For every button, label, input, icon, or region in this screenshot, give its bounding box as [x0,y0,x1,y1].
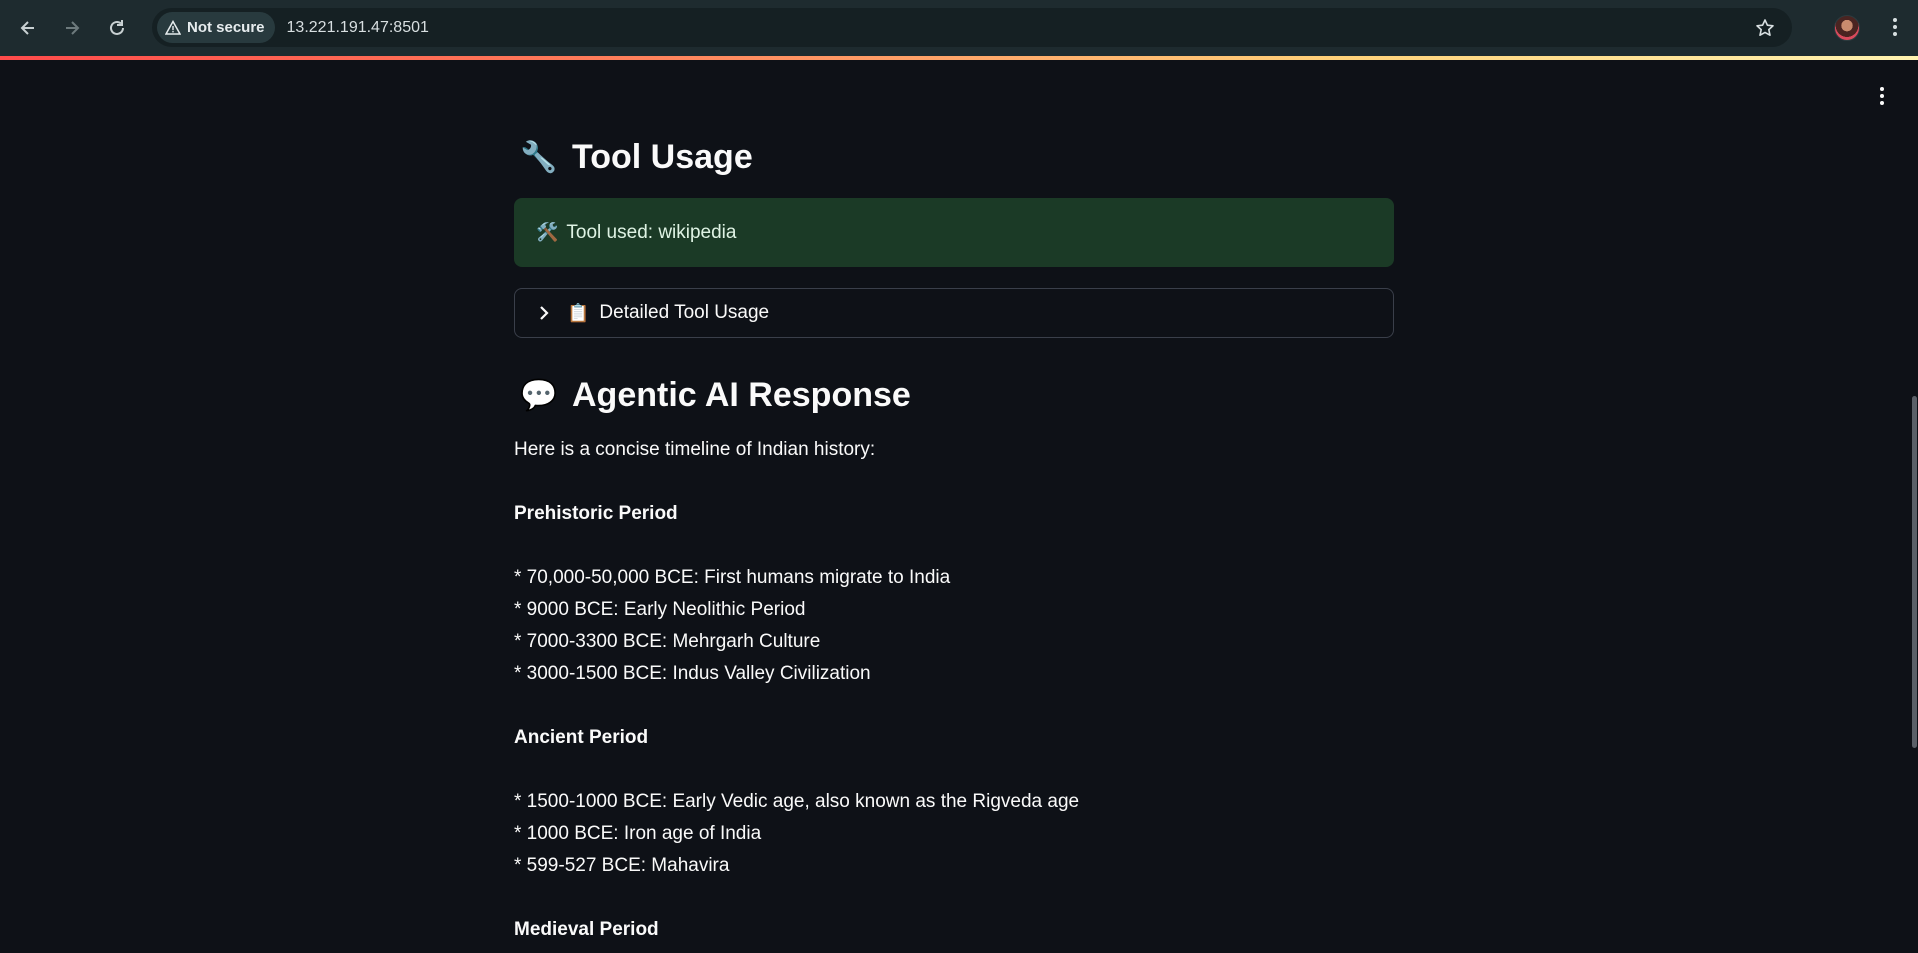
timeline-item: * 70,000-50,000 BCE: First humans migrat… [514,567,951,588]
dot-icon [1893,32,1897,36]
forward-arrow-icon [66,21,80,35]
heading-text: Tool Usage [572,138,753,176]
dot-icon [1880,101,1884,105]
reload-button[interactable] [95,6,139,50]
dot-icon [1893,18,1897,22]
back-arrow-icon [20,21,34,35]
response-text: Here is a concise timeline of Indian his… [514,434,1394,946]
timeline-item: * 1500-1000 BCE: Early Vedic age, also k… [514,791,1080,812]
timeline-item: * 3000-1500 BCE: Indus Valley Civilizati… [514,663,871,684]
period-title: Ancient Period [514,727,649,748]
agentic-ai-response-heading: 💬 Agentic AI Response [520,376,911,415]
warning-icon [165,19,181,35]
scrollbar-thumb[interactable] [1912,396,1917,748]
timeline-item: * 1000 BCE: Iron age of India [514,823,762,844]
period-title: Medieval Period [514,919,659,940]
address-bar[interactable]: Not secure 13.221.191.47:8501 [152,8,1792,47]
wrench-icon: 🔧 [520,141,558,174]
response-intro: Here is a concise timeline of Indian his… [514,439,876,460]
security-indicator[interactable]: Not secure [157,12,275,43]
hammer-wrench-icon: 🛠️ [536,222,559,242]
dot-icon [1880,87,1884,91]
browser-toolbar: Not secure 13.221.191.47:8501 [0,0,1918,56]
forward-button[interactable] [50,6,94,50]
star-icon [1756,19,1774,36]
chevron-right-icon [535,304,553,322]
clipboard-icon: 📋 [567,302,590,323]
heading-text: Agentic AI Response [572,376,911,414]
app-header-decoration [0,56,1918,60]
url-text[interactable]: 13.221.191.47:8501 [287,19,429,37]
detailed-tool-usage-expander[interactable]: 📋 Detailed Tool Usage [514,288,1394,338]
expander-label: Detailed Tool Usage [599,302,770,323]
timeline-item: * 9000 BCE: Early Neolithic Period [514,599,806,620]
browser-menu-button[interactable] [1880,12,1910,42]
app-main-menu-button[interactable] [1872,84,1892,108]
speech-bubble-icon: 💬 [520,379,558,412]
timeline-item: * 599-527 BCE: Mahavira [514,855,730,876]
bookmark-star-button[interactable] [1752,15,1778,41]
tool-used-alert: 🛠️ Tool used: wikipedia [514,198,1394,267]
back-button[interactable] [6,6,50,50]
period-title: Prehistoric Period [514,503,678,524]
dot-icon [1893,25,1897,29]
dot-icon [1880,94,1884,98]
profile-avatar[interactable] [1834,15,1860,41]
timeline-item: * 7000-3300 BCE: Mehrgarh Culture [514,631,821,652]
tool-usage-heading: 🔧 Tool Usage [520,138,753,177]
reload-icon [110,20,124,35]
security-label: Not secure [187,19,265,36]
alert-text: Tool used: wikipedia [566,221,737,243]
